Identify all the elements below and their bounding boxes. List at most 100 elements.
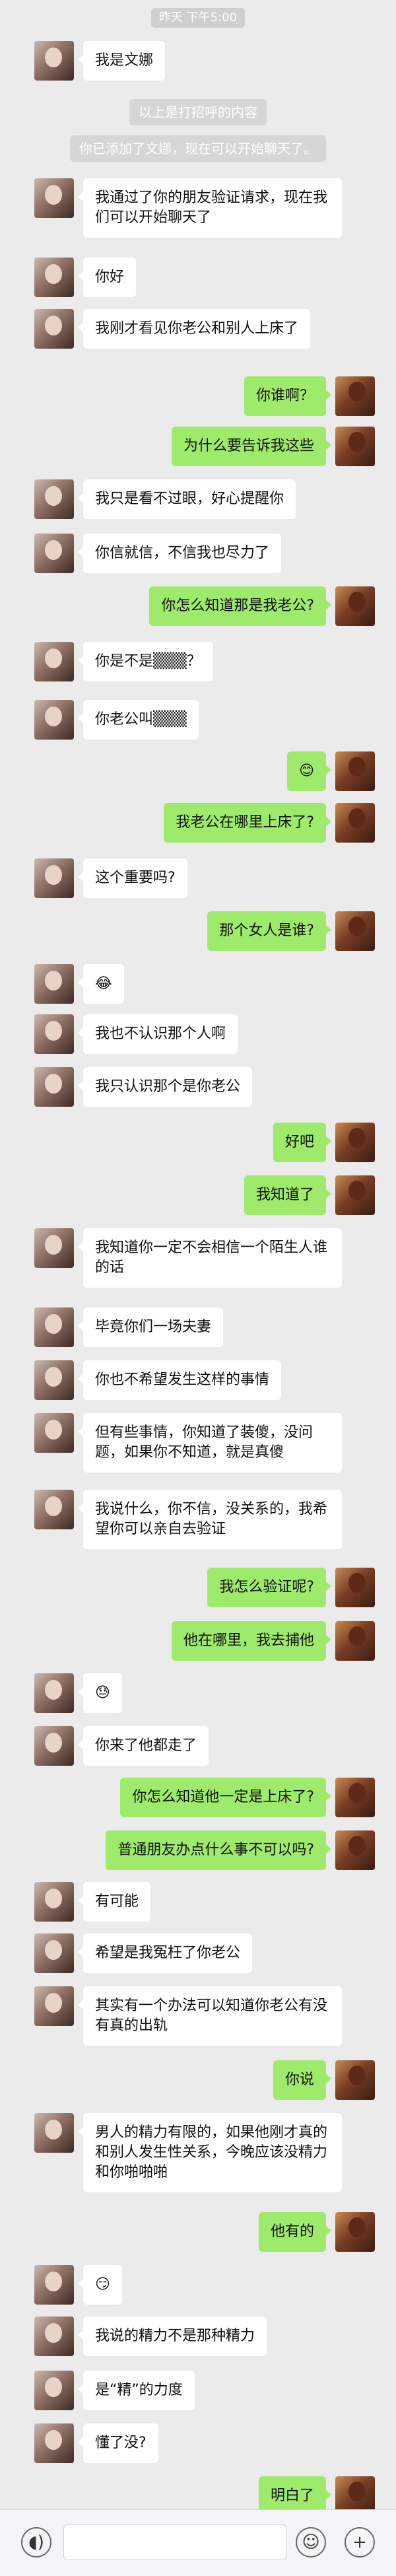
message-bubble[interactable]: 你谁啊？: [244, 376, 332, 416]
message-bubble[interactable]: 好吧: [273, 1123, 332, 1162]
user-avatar[interactable]: [335, 1778, 375, 1817]
avatar-photo: [45, 1314, 62, 1334]
contact-avatar[interactable]: [34, 534, 74, 573]
contact-avatar[interactable]: [34, 41, 74, 81]
avatar-photo: [45, 1940, 62, 1960]
message-bubble[interactable]: 我说的精力不是那种精力: [77, 2316, 267, 2356]
contact-avatar[interactable]: [34, 1490, 74, 1529]
user-avatar[interactable]: [335, 1123, 375, 1162]
message-bubble[interactable]: 男人的精力有限的，如果他刚才真的和别人发生性关系，今晚应该没精力和你啪啪啪: [78, 2113, 342, 2192]
user-avatar[interactable]: [335, 1830, 375, 1870]
avatar-photo: [348, 917, 366, 936]
user-avatar[interactable]: [335, 1175, 375, 1215]
contact-avatar[interactable]: [34, 479, 74, 519]
message-bubble[interactable]: 你信就信，不信我也尽力了: [77, 534, 282, 573]
contact-avatar[interactable]: [34, 1726, 74, 1766]
message-bubble[interactable]: 但有些事情，你知道了装傻，没问题，如果你不知道，就是真傻: [78, 1413, 342, 1473]
message-bubble[interactable]: 其实有一个办法可以知道你老公有没有真的出轨: [78, 1986, 342, 2046]
message-bubble[interactable]: 他在哪里，我去捕他: [171, 1621, 332, 1661]
contact-avatar[interactable]: [34, 1307, 74, 1347]
avatar-photo: [45, 486, 62, 506]
user-avatar[interactable]: [335, 586, 375, 626]
contact-avatar[interactable]: [34, 1986, 74, 2026]
avatar-photo: [348, 757, 366, 777]
system-notice: 你已添加了文娜，现在可以开始聊天了。: [70, 135, 326, 162]
avatar-photo: [348, 432, 366, 452]
contact-avatar[interactable]: [34, 1673, 74, 1713]
avatar-photo: [45, 1680, 62, 1700]
user-avatar[interactable]: [335, 427, 375, 466]
message-input[interactable]: [63, 2524, 286, 2560]
user-avatar[interactable]: [335, 2212, 375, 2252]
message-bubble[interactable]: 你来了他都走了: [77, 1726, 209, 1766]
message-bubble[interactable]: 你怎么知道那是我老公?: [149, 586, 331, 626]
message-bubble[interactable]: 懂了没?: [78, 2423, 158, 2463]
message-bubble[interactable]: 😊: [287, 751, 331, 791]
contact-avatar[interactable]: [34, 964, 74, 1004]
message-bubble[interactable]: 我说什么，你不信，没关系的，我希望你可以亲自去验证: [78, 1490, 342, 1549]
contact-avatar[interactable]: [34, 858, 74, 898]
message-bubble[interactable]: 为什么要告诉我这些: [171, 427, 332, 466]
user-avatar[interactable]: [335, 751, 375, 791]
avatar-photo: [45, 1496, 62, 1516]
emoji-icon[interactable]: ☺: [296, 2527, 326, 2558]
message-bubble[interactable]: 我刚才看见你老公和别人上床了: [77, 309, 311, 349]
message-bubble[interactable]: 你老公叫▒▒▒: [78, 700, 199, 740]
contact-avatar[interactable]: [34, 2371, 74, 2410]
contact-avatar[interactable]: [34, 1882, 74, 1922]
contact-avatar[interactable]: [34, 642, 74, 681]
message-bubble[interactable]: 你好: [77, 258, 137, 297]
message-bubble[interactable]: 😂: [78, 964, 124, 1004]
message-bubble[interactable]: 你是不是▒▒▒？: [78, 642, 213, 681]
message-bubble[interactable]: 你也不希望发生这样的事情: [77, 1360, 282, 1400]
message-bubble[interactable]: 我只是看不过眼，好心提醒你: [77, 479, 296, 519]
message-bubble[interactable]: 我也不认识那个人啊: [77, 1014, 238, 1054]
user-avatar[interactable]: [335, 803, 375, 843]
message-bubble[interactable]: 这个重要吗?: [78, 858, 187, 898]
message-bubble[interactable]: 我知道了: [244, 1175, 332, 1215]
user-avatar[interactable]: [335, 376, 375, 416]
message-bubble[interactable]: 毕竟你们一场夫妻: [77, 1307, 224, 1347]
message-bubble[interactable]: 我通过了你的朋友验证请求，现在我们可以开始聊天了: [78, 178, 342, 238]
message-bubble[interactable]: 我是文娜: [77, 41, 166, 81]
message-bubble[interactable]: 你怎么知道他一定是上床了?: [120, 1778, 331, 1817]
plus-icon[interactable]: +: [345, 2527, 375, 2558]
contact-avatar[interactable]: [34, 2423, 74, 2463]
message-bubble[interactable]: 希望是我冤枉了你老公: [77, 1933, 253, 1973]
contact-avatar[interactable]: [34, 2113, 74, 2153]
contact-avatar[interactable]: [34, 700, 74, 740]
message-bubble[interactable]: 我老公在哪里上床了?: [164, 803, 331, 843]
message-bubble[interactable]: 他有的: [258, 2212, 332, 2252]
contact-avatar[interactable]: [34, 1413, 74, 1453]
contact-avatar[interactable]: [34, 1228, 74, 1268]
message-bubble[interactable]: 我只认识那个是你老公: [77, 1067, 253, 1107]
message-bubble[interactable]: 有可能: [77, 1882, 151, 1922]
contact-avatar[interactable]: [34, 178, 74, 218]
message-bubble[interactable]: 你说: [273, 2060, 332, 2100]
contact-avatar[interactable]: [34, 1067, 74, 1107]
system-notice: 以上是打招呼的内容: [129, 99, 267, 125]
avatar-photo: [348, 2217, 366, 2237]
message-bubble[interactable]: 那个女人是谁?: [207, 911, 331, 951]
contact-avatar[interactable]: [34, 1014, 74, 1054]
contact-avatar[interactable]: [34, 2265, 74, 2305]
voice-icon[interactable]: ◖): [21, 2527, 51, 2558]
message-bubble[interactable]: 😏: [78, 2265, 122, 2305]
contact-avatar[interactable]: [34, 1360, 74, 1400]
user-avatar[interactable]: [335, 911, 375, 951]
avatar-photo: [45, 1420, 62, 1440]
user-avatar[interactable]: [335, 1568, 375, 1607]
avatar-photo: [45, 1235, 62, 1255]
contact-avatar[interactable]: [34, 309, 74, 349]
message-bubble[interactable]: 是“精”的力度: [78, 2371, 195, 2410]
message-bubble[interactable]: 我知道你一定不会相信一个陌生人谁的话: [78, 1228, 342, 1288]
avatar-photo: [348, 1626, 366, 1646]
user-avatar[interactable]: [335, 1621, 375, 1661]
user-avatar[interactable]: [335, 2060, 375, 2100]
message-bubble[interactable]: 我怎么验证呢?: [207, 1568, 331, 1607]
message-bubble[interactable]: 普通朋友办点什么事不可以吗?: [106, 1830, 331, 1870]
message-bubble[interactable]: 😓: [78, 1673, 122, 1713]
contact-avatar[interactable]: [34, 258, 74, 297]
contact-avatar[interactable]: [34, 1933, 74, 1973]
contact-avatar[interactable]: [34, 2316, 74, 2356]
